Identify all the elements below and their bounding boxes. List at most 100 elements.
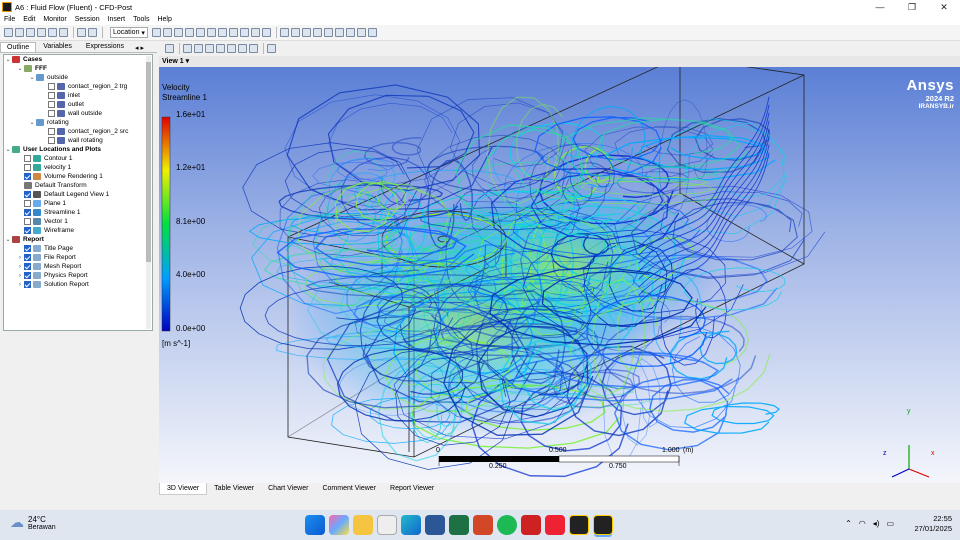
acrobat-icon[interactable] bbox=[545, 515, 565, 535]
snap-icon[interactable] bbox=[238, 44, 247, 53]
spotify-icon[interactable] bbox=[497, 515, 517, 535]
menu-tools[interactable]: Tools bbox=[133, 16, 149, 23]
particle-track-icon[interactable] bbox=[184, 28, 194, 37]
vector-icon[interactable] bbox=[151, 28, 161, 37]
report-icon[interactable] bbox=[48, 28, 57, 37]
coordinate-frame-icon[interactable] bbox=[217, 28, 227, 37]
fit-view-icon[interactable] bbox=[227, 44, 236, 53]
tree-item[interactable]: ⌄ FFF bbox=[4, 64, 152, 73]
contour-icon[interactable] bbox=[162, 28, 172, 37]
start-icon[interactable] bbox=[305, 515, 325, 535]
menu-session[interactable]: Session bbox=[75, 16, 100, 23]
visibility-checkbox[interactable] bbox=[48, 137, 55, 144]
tree-item[interactable]: ⌄ outside bbox=[4, 73, 152, 82]
visibility-checkbox[interactable] bbox=[24, 245, 31, 252]
tree-expander[interactable]: › bbox=[16, 282, 24, 288]
animation-icon[interactable] bbox=[290, 28, 300, 37]
tree-item[interactable]: › Physics Report bbox=[4, 271, 152, 280]
volume-icon[interactable]: ◂) bbox=[873, 519, 880, 528]
color-map-icon[interactable] bbox=[261, 28, 271, 37]
visibility-checkbox[interactable] bbox=[24, 227, 31, 234]
tree-item[interactable]: outlet bbox=[4, 100, 152, 109]
store-icon[interactable] bbox=[377, 515, 397, 535]
visibility-checkbox[interactable] bbox=[24, 191, 31, 198]
visibility-checkbox[interactable] bbox=[48, 83, 55, 90]
pan-icon[interactable] bbox=[194, 44, 203, 53]
file-explorer-icon[interactable] bbox=[353, 515, 373, 535]
rotate-icon[interactable] bbox=[183, 44, 192, 53]
battery-icon[interactable]: ▭ bbox=[886, 519, 894, 528]
workbench-icon[interactable] bbox=[569, 515, 589, 535]
view-selector[interactable]: View 1 ▾ bbox=[159, 56, 960, 67]
tab-expressions[interactable]: Expressions bbox=[79, 41, 131, 52]
tree-expander[interactable]: › bbox=[16, 264, 24, 270]
visibility-checkbox[interactable] bbox=[24, 281, 31, 288]
tree-item[interactable]: inlet bbox=[4, 91, 152, 100]
layout-icon[interactable] bbox=[249, 44, 258, 53]
visibility-checkbox[interactable] bbox=[24, 218, 31, 225]
tree-item[interactable]: velocity 1 bbox=[4, 163, 152, 172]
menu-insert[interactable]: Insert bbox=[108, 16, 126, 23]
tab-chart-viewer[interactable]: Chart Viewer bbox=[261, 483, 315, 495]
tree-item[interactable]: ⌄ User Locations and Plots bbox=[4, 145, 152, 154]
load-icon[interactable] bbox=[26, 28, 35, 37]
wifi-icon[interactable]: ◠ bbox=[859, 519, 866, 528]
tree-item[interactable]: › Mesh Report bbox=[4, 262, 152, 271]
tree-item[interactable]: wall rotating bbox=[4, 136, 152, 145]
solidworks-icon[interactable] bbox=[521, 515, 541, 535]
visibility-checkbox[interactable] bbox=[24, 263, 31, 270]
detach-icon[interactable] bbox=[267, 44, 276, 53]
save-icon[interactable] bbox=[37, 28, 46, 37]
menu-help[interactable]: Help bbox=[157, 16, 171, 23]
comment-icon[interactable] bbox=[356, 28, 366, 37]
tree-item[interactable]: Default Legend View 1 bbox=[4, 190, 152, 199]
tree-expander[interactable]: ⌄ bbox=[4, 236, 12, 243]
zoom-box-icon[interactable] bbox=[216, 44, 225, 53]
tree-item[interactable]: Volume Rendering 1 bbox=[4, 172, 152, 181]
close-button[interactable]: ✕ bbox=[928, 0, 960, 14]
minimize-button[interactable]: — bbox=[864, 0, 896, 14]
tree-expander[interactable]: › bbox=[16, 255, 24, 261]
tree-scrollbar[interactable] bbox=[146, 56, 151, 329]
redo-icon[interactable] bbox=[88, 28, 97, 37]
tree-expander[interactable]: ⌄ bbox=[28, 74, 36, 81]
tree-item[interactable]: › Solution Report bbox=[4, 280, 152, 289]
tab-table-viewer[interactable]: Table Viewer bbox=[207, 483, 261, 495]
menu-edit[interactable]: Edit bbox=[23, 16, 35, 23]
tab-3d-viewer[interactable]: 3D Viewer bbox=[159, 483, 208, 495]
cfd-post-icon[interactable] bbox=[593, 515, 613, 535]
visibility-checkbox[interactable] bbox=[48, 92, 55, 99]
tab-outline[interactable]: Outline bbox=[0, 42, 37, 52]
3d-canvas[interactable]: Velocity Streamline 1 1.6e+01 1.2e+01 8.… bbox=[159, 67, 960, 483]
open-icon[interactable] bbox=[15, 28, 24, 37]
menu-file[interactable]: File bbox=[4, 16, 15, 23]
visibility-checkbox[interactable] bbox=[48, 110, 55, 117]
edge-icon[interactable] bbox=[401, 515, 421, 535]
tree-item[interactable]: Title Page bbox=[4, 244, 152, 253]
new-icon[interactable] bbox=[4, 28, 13, 37]
menu-monitor[interactable]: Monitor bbox=[43, 16, 66, 23]
visibility-checkbox[interactable] bbox=[24, 164, 31, 171]
expression-icon[interactable] bbox=[323, 28, 333, 37]
tree-expander[interactable]: ⌄ bbox=[28, 119, 36, 126]
tab-report-viewer[interactable]: Report Viewer bbox=[383, 483, 441, 495]
tree-item[interactable]: ⌄ rotating bbox=[4, 118, 152, 127]
probe-icon[interactable] bbox=[301, 28, 311, 37]
select-icon[interactable] bbox=[165, 44, 174, 53]
instance-transform-icon[interactable] bbox=[239, 28, 249, 37]
excel-icon[interactable] bbox=[449, 515, 469, 535]
tree-expander[interactable]: ⌄ bbox=[4, 146, 12, 153]
visibility-checkbox[interactable] bbox=[48, 128, 55, 135]
visibility-checkbox[interactable] bbox=[24, 272, 31, 279]
tree-item[interactable]: Plane 1 bbox=[4, 199, 152, 208]
visibility-checkbox[interactable] bbox=[24, 155, 31, 162]
undo-icon[interactable] bbox=[77, 28, 86, 37]
zoom-icon[interactable] bbox=[205, 44, 214, 53]
visibility-checkbox[interactable] bbox=[48, 101, 55, 108]
powerpoint-icon[interactable] bbox=[473, 515, 493, 535]
print-icon[interactable] bbox=[59, 28, 68, 37]
weather-widget[interactable]: ☁ 24°C Berawan bbox=[10, 514, 56, 531]
clock[interactable]: 22:55 27/01/2025 bbox=[914, 514, 952, 534]
visibility-checkbox[interactable] bbox=[24, 209, 31, 216]
tree-item[interactable]: Contour 1 bbox=[4, 154, 152, 163]
